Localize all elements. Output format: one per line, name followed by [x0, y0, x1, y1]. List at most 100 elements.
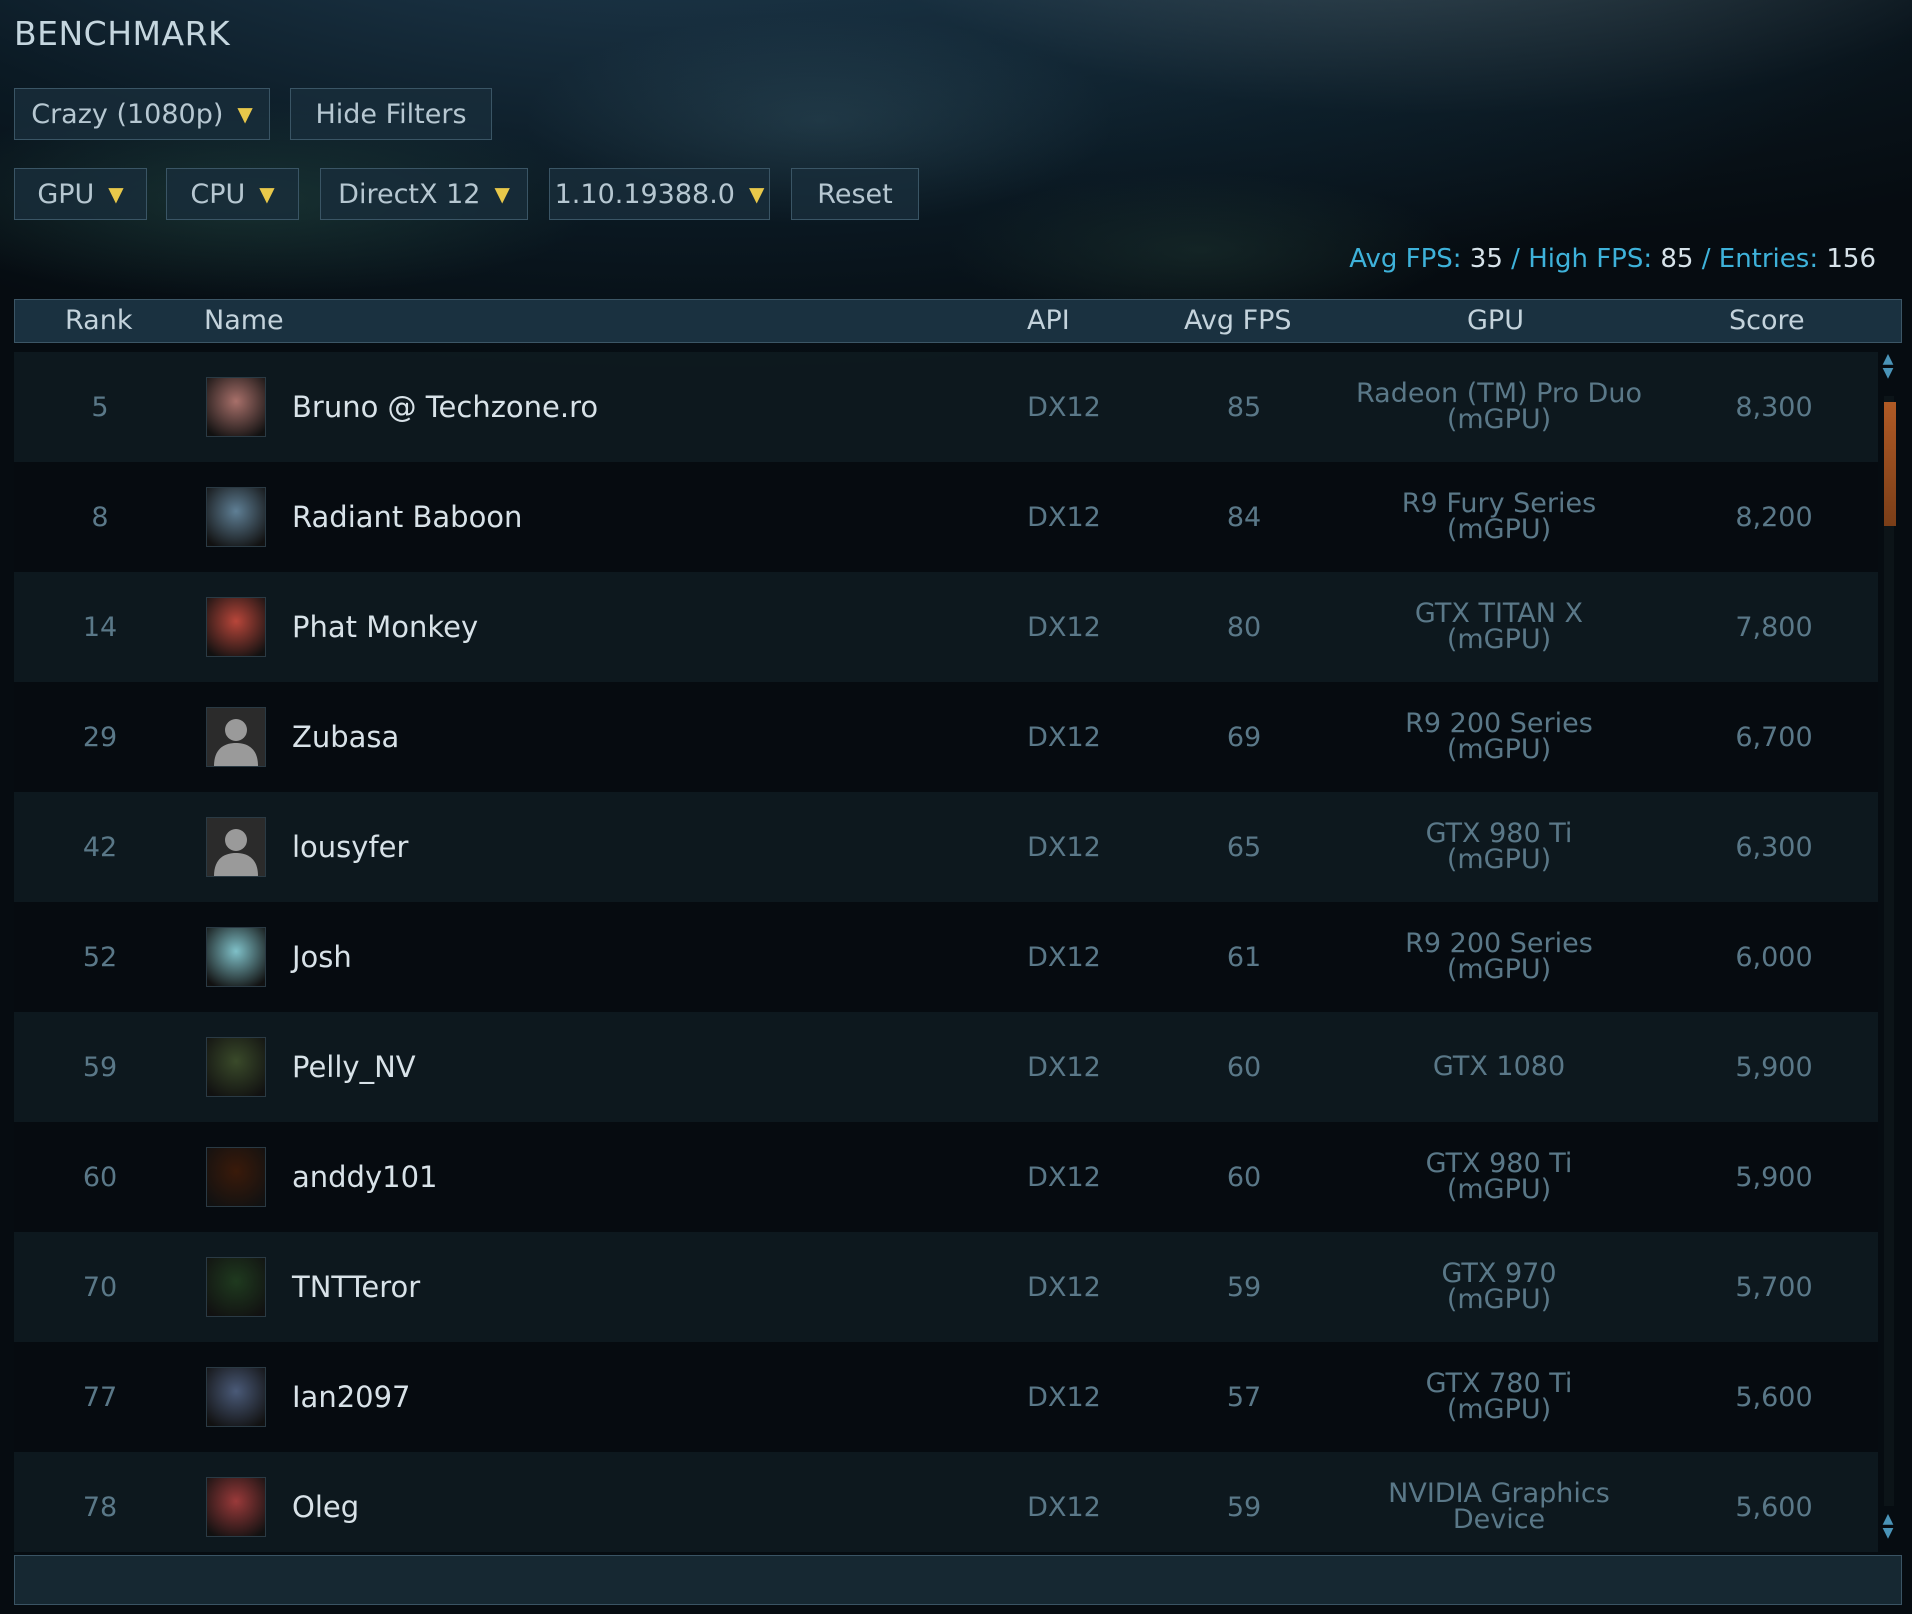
table-row[interactable]: 59 Pelly_NV DX12 60 GTX 1080 5,900 [14, 1012, 1878, 1122]
api-filter-dropdown[interactable]: DirectX 12 ▼ [320, 168, 528, 220]
score-cell: 7,800 [1735, 612, 1813, 643]
gpu-filter-label: GPU [37, 178, 95, 210]
entries-label: Entries: [1718, 244, 1819, 274]
api-cell: DX12 [1027, 392, 1101, 423]
score-cell: 8,300 [1735, 392, 1813, 423]
photo-avatar-icon[interactable] [206, 927, 266, 987]
version-filter-dropdown[interactable]: 1.10.19388.0 ▼ [549, 168, 770, 220]
name-cell[interactable]: Radiant Baboon [292, 500, 522, 534]
column-header-api[interactable]: API [1027, 305, 1070, 336]
scroll-track[interactable] [1884, 396, 1894, 1506]
table-row[interactable]: 5 Bruno @ Techzone.ro DX12 85 Radeon (TM) Pr… [14, 352, 1878, 462]
score-cell: 5,600 [1735, 1492, 1813, 1523]
stats-separator: / [1693, 244, 1719, 274]
default-user-avatar-icon[interactable] [206, 707, 266, 767]
scroll-up-icon[interactable]: ▲ ▼ [1880, 352, 1896, 380]
table-row[interactable]: 77 Ian2097 DX12 57 GTX 780 Ti (mGPU) 5,600 [14, 1342, 1878, 1452]
name-cell[interactable]: Bruno @ Techzone.ro [292, 390, 598, 424]
cpu-filter-dropdown[interactable]: CPU ▼ [166, 168, 299, 220]
api-cell: DX12 [1027, 1052, 1101, 1083]
robot-avatar-icon[interactable] [206, 487, 266, 547]
score-cell: 5,600 [1735, 1382, 1813, 1413]
column-header-avg-fps[interactable]: Avg FPS [1184, 305, 1292, 336]
table-header: Rank Name API Avg FPS GPU Score [14, 299, 1902, 343]
caret-down-icon: ▼ [237, 102, 253, 126]
api-cell: DX12 [1027, 1162, 1101, 1193]
gpu-cell: Radeon (TM) Pro Duo (mGPU) [1356, 378, 1642, 435]
entries-value: 156 [1826, 244, 1876, 274]
photo-avatar-icon[interactable] [206, 1477, 266, 1537]
table-row[interactable]: 29 Zubasa DX12 69 R9 200 Series (mGPU) 6,700 [14, 682, 1878, 792]
cpu-filter-label: CPU [190, 178, 246, 210]
hide-filters-button[interactable]: Hide Filters [290, 88, 492, 140]
api-filter-label: DirectX 12 [338, 178, 481, 210]
version-filter-label: 1.10.19388.0 [554, 178, 735, 210]
benchmark-window: BENCHMARK Crazy (1080p) ▼ Hide Filters G… [0, 0, 1912, 1614]
rank-cell: 78 [82, 1492, 118, 1523]
score-cell: 8,200 [1735, 502, 1813, 533]
column-header-gpu[interactable]: GPU [1467, 305, 1524, 336]
scroll-thumb[interactable] [1884, 402, 1896, 526]
default-user-avatar-icon[interactable] [206, 817, 266, 877]
gpu-cell: R9 200 Series (mGPU) [1405, 708, 1593, 765]
rank-cell: 52 [82, 942, 118, 973]
table-row[interactable]: 78 Oleg DX12 59 NVIDIA Graphics Device 5,600 [14, 1452, 1878, 1552]
gpu-cell: GTX 980 Ti (mGPU) [1425, 818, 1573, 875]
avg-fps-cell: 61 [1226, 942, 1262, 973]
column-header-name[interactable]: Name [204, 305, 284, 336]
table-row[interactable]: 14 Phat Monkey DX12 80 GTX TITAN X (mGPU) 7,8… [14, 572, 1878, 682]
avg-fps-cell: 80 [1226, 612, 1262, 643]
vertical-scrollbar[interactable]: ▲ ▼ ▲ ▼ [1878, 352, 1898, 1550]
name-cell[interactable]: Oleg [292, 1490, 359, 1524]
caret-down-icon: ▼ [748, 182, 765, 206]
table-row[interactable]: 70 TNTTeror DX12 59 GTX 970 (mGPU) 5,700 [14, 1232, 1878, 1342]
score-cell: 5,900 [1735, 1162, 1813, 1193]
name-cell[interactable]: Zubasa [292, 720, 399, 754]
skull-avatar-icon[interactable] [206, 377, 266, 437]
gpu-cell: GTX 970 (mGPU) [1441, 1258, 1557, 1315]
rank-cell: 59 [82, 1052, 118, 1083]
name-cell[interactable]: TNTTeror [292, 1270, 420, 1304]
name-cell[interactable]: lousyfer [292, 830, 408, 864]
api-cell: DX12 [1027, 832, 1101, 863]
rank-cell: 14 [82, 612, 118, 643]
caret-down-icon: ▼ [259, 182, 275, 206]
name-cell[interactable]: anddy101 [292, 1160, 437, 1194]
name-cell[interactable]: Phat Monkey [292, 610, 478, 644]
preset-label: Crazy (1080p) [31, 98, 224, 130]
scroll-down-icon[interactable]: ▲ ▼ [1880, 1512, 1896, 1540]
avg-fps-label: Avg FPS: [1349, 244, 1462, 274]
table-row[interactable]: 60 anddy101 DX12 60 GTX 980 Ti (mGPU) 5,900 [14, 1122, 1878, 1232]
table-row[interactable]: 52 Josh DX12 61 R9 200 Series (mGPU) 6,000 [14, 902, 1878, 1012]
avg-fps-cell: 57 [1226, 1382, 1262, 1413]
leaderboard-list[interactable]: 5 Bruno @ Techzone.ro DX12 85 Radeon (TM) Pr… [14, 352, 1878, 1552]
api-cell: DX12 [1027, 1272, 1101, 1303]
column-header-score[interactable]: Score [1729, 305, 1805, 336]
fire-avatar-icon[interactable] [206, 1147, 266, 1207]
caret-down-icon: ▼ [108, 182, 124, 206]
api-cell: DX12 [1027, 722, 1101, 753]
api-cell: DX12 [1027, 502, 1101, 533]
preset-dropdown[interactable]: Crazy (1080p) ▼ [14, 88, 270, 140]
gpu-filter-dropdown[interactable]: GPU ▼ [14, 168, 147, 220]
geforce-avatar-icon[interactable] [206, 1037, 266, 1097]
avg-fps-cell: 60 [1226, 1052, 1262, 1083]
score-cell: 5,700 [1735, 1272, 1813, 1303]
reset-button[interactable]: Reset [791, 168, 919, 220]
footer-bar [14, 1555, 1902, 1605]
rank-cell: 42 [82, 832, 118, 863]
api-cell: DX12 [1027, 612, 1101, 643]
avg-fps-cell: 60 [1226, 1162, 1262, 1193]
avg-fps-cell: 65 [1226, 832, 1262, 863]
photo-avatar-icon[interactable] [206, 597, 266, 657]
name-cell[interactable]: Ian2097 [292, 1380, 411, 1414]
table-row[interactable]: 42 lousyfer DX12 65 GTX 980 Ti (mGPU) 6,300 [14, 792, 1878, 902]
photo-avatar-icon[interactable] [206, 1367, 266, 1427]
page-title: BENCHMARK [14, 14, 231, 53]
column-header-rank[interactable]: Rank [65, 305, 132, 336]
name-cell[interactable]: Pelly_NV [292, 1050, 416, 1084]
table-row[interactable]: 8 Radiant Baboon DX12 84 R9 Fury Series (mGP… [14, 462, 1878, 572]
matrix-avatar-icon[interactable] [206, 1257, 266, 1317]
rank-cell: 60 [82, 1162, 118, 1193]
name-cell[interactable]: Josh [292, 940, 352, 974]
